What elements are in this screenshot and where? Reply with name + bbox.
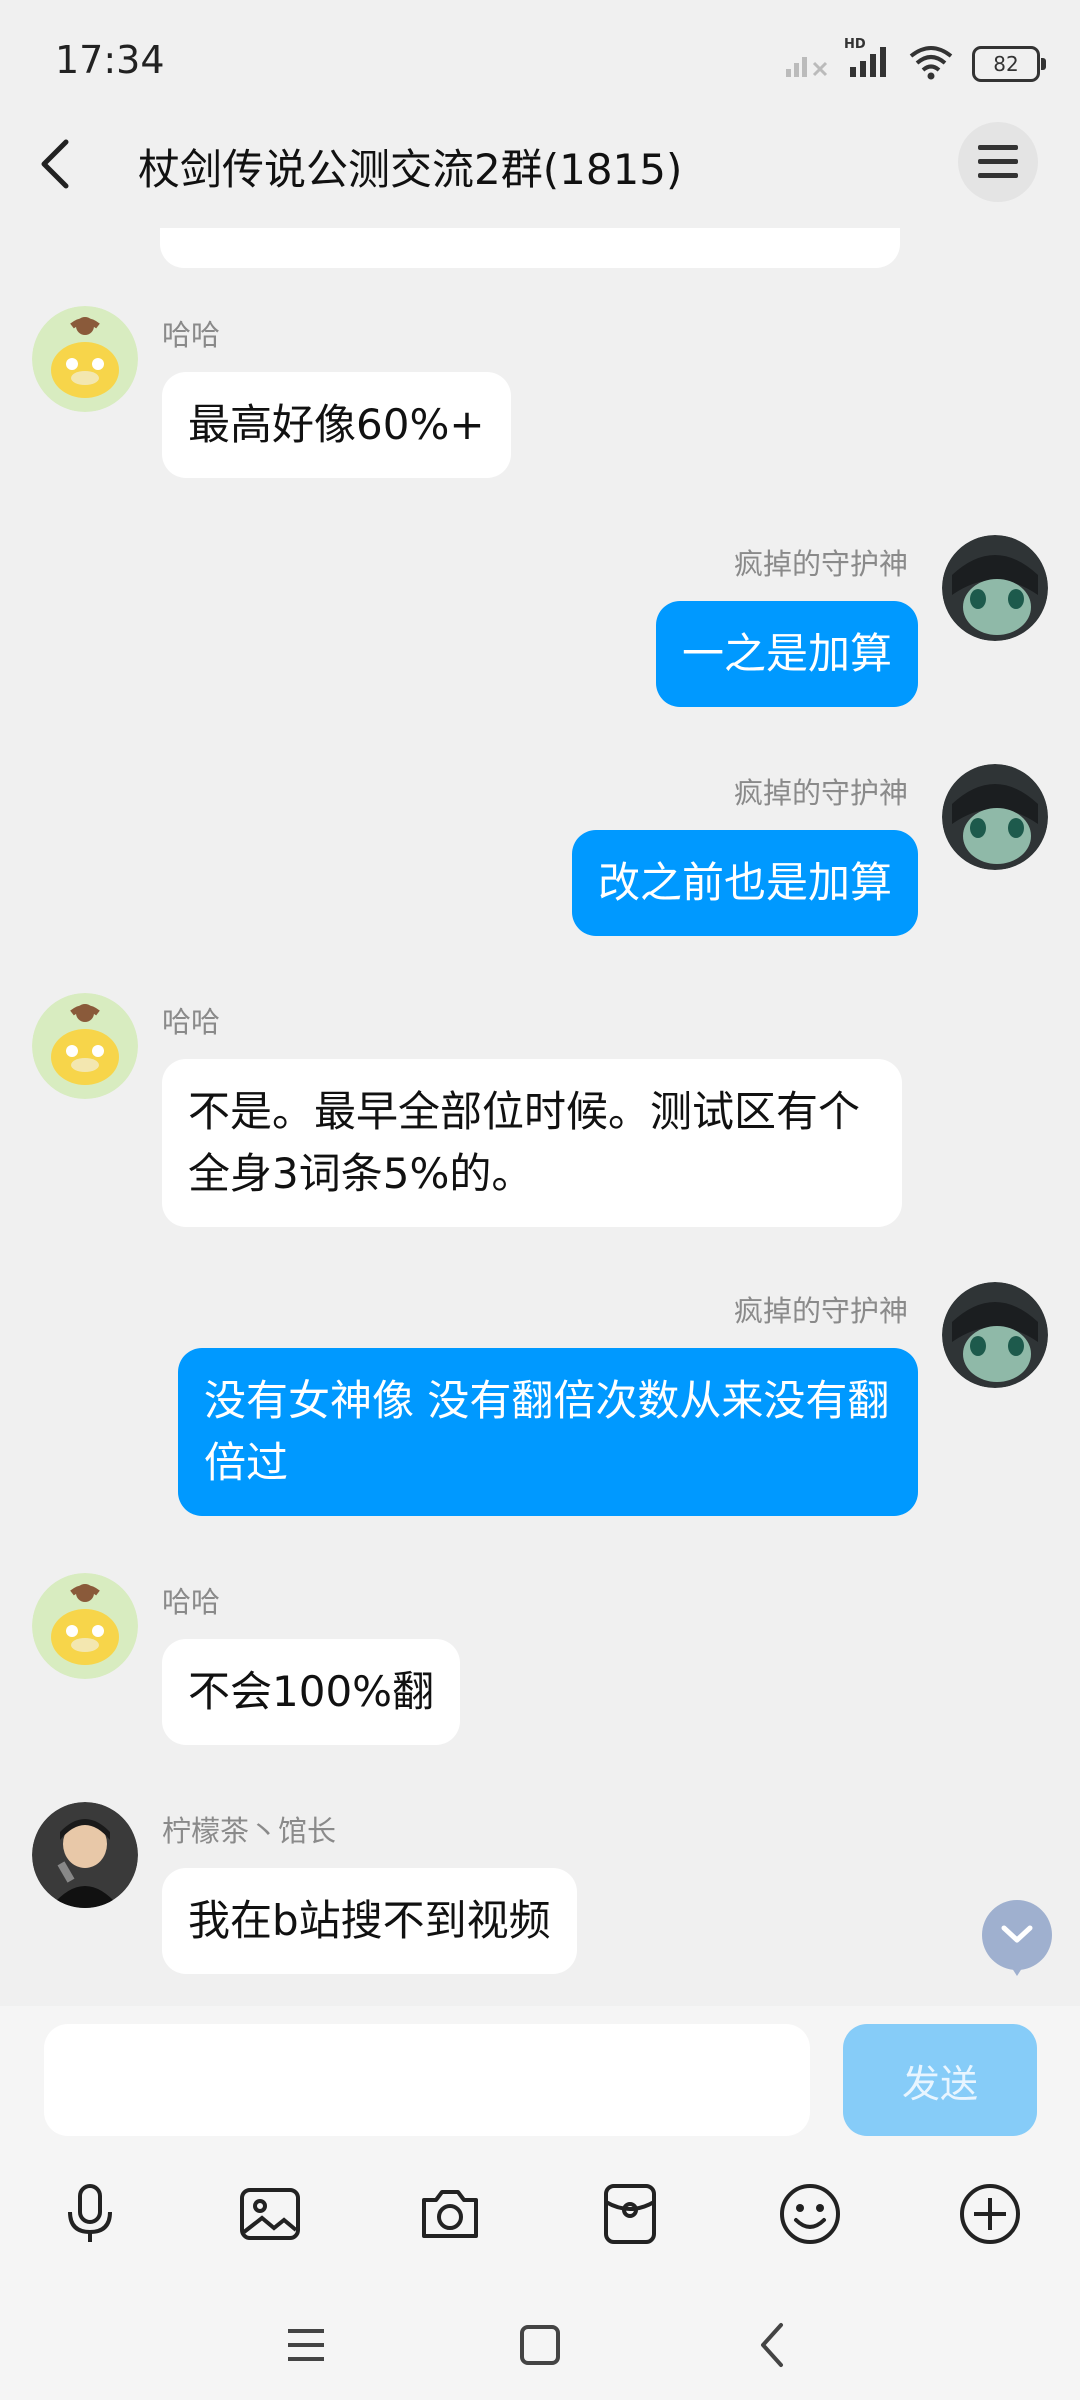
wifi-icon: [908, 44, 954, 84]
status-time: 17:34: [55, 38, 165, 82]
emoji-icon[interactable]: [762, 2166, 858, 2262]
hd-label: HD: [844, 37, 866, 52]
avatar[interactable]: [32, 306, 138, 412]
back-arrow-icon[interactable]: [738, 2310, 808, 2380]
sender-name: 疯掉的守护神: [733, 776, 908, 810]
image-icon[interactable]: [222, 2166, 318, 2262]
avatar[interactable]: [32, 1802, 138, 1908]
message-bubble[interactable]: 最高好像60%+: [162, 372, 511, 478]
avatar[interactable]: [942, 764, 1048, 870]
avatar[interactable]: [32, 993, 138, 1099]
sender-name: 疯掉的守护神: [733, 1294, 908, 1328]
red-packet-icon[interactable]: [582, 2166, 678, 2262]
signal-off-icon: [784, 45, 828, 83]
menu-icon: [978, 145, 1018, 178]
message-bubble[interactable]: 改之前也是加算: [571, 830, 918, 936]
anime-avatar-icon: [942, 535, 1048, 641]
duck-avatar-icon: [32, 1573, 138, 1679]
back-icon[interactable]: [28, 134, 88, 194]
singer-avatar-icon: [32, 1802, 138, 1908]
status-icons: HD 82: [784, 37, 1046, 86]
avatar[interactable]: [942, 535, 1048, 641]
microphone-icon[interactable]: [42, 2166, 138, 2262]
message-bubble[interactable]: 没有女神像 没有翻倍次数从来没有翻倍过: [178, 1348, 918, 1516]
menu-lines-icon[interactable]: [271, 2310, 341, 2380]
home-square-icon[interactable]: [505, 2310, 575, 2380]
anime-avatar-icon: [942, 1282, 1048, 1388]
menu-button[interactable]: [958, 122, 1038, 202]
scroll-down-button[interactable]: [982, 1900, 1052, 1976]
duck-avatar-icon: [32, 993, 138, 1099]
avatar[interactable]: [32, 1573, 138, 1679]
sender-name: 哈哈: [162, 1005, 221, 1039]
message-bubble[interactable]: 我在b站搜不到视频: [162, 1868, 577, 1974]
chat-title: 杖剑传说公测交流2群(1815): [138, 145, 683, 194]
plus-icon[interactable]: [942, 2166, 1038, 2262]
message-bubble[interactable]: 不会100%翻: [162, 1639, 461, 1745]
sender-name: 哈哈: [162, 318, 221, 352]
anime-avatar-icon: [942, 764, 1048, 870]
message-bubble[interactable]: 一之是加算: [655, 601, 918, 707]
signal-icon: HD: [844, 37, 890, 83]
message-list[interactable]: 哈哈 最高好像60%+ 疯掉的守护神 一之是加算 疯掉的守护神 改之前也是加算 …: [0, 210, 1080, 2010]
chevron-down-icon: [1001, 1925, 1033, 1943]
system-nav-bar: [0, 2290, 1080, 2400]
sender-name: 柠檬茶丶馆长: [162, 1814, 337, 1848]
input-toolbar: [0, 2166, 1080, 2262]
message-input[interactable]: [44, 2024, 810, 2136]
battery-icon: 82: [972, 46, 1046, 82]
status-bar: 17:34 HD 82: [0, 0, 1080, 120]
duck-avatar-icon: [32, 306, 138, 412]
sender-name: 疯掉的守护神: [733, 547, 908, 581]
avatar[interactable]: [942, 1282, 1048, 1388]
partial-message-bubble: [160, 228, 900, 268]
message-bubble[interactable]: 不是。最早全部位时候。测试区有个全身3词条5%的。: [162, 1059, 902, 1227]
send-button[interactable]: 发送: [843, 2024, 1037, 2136]
camera-icon[interactable]: [402, 2166, 498, 2262]
sender-name: 哈哈: [162, 1585, 221, 1619]
